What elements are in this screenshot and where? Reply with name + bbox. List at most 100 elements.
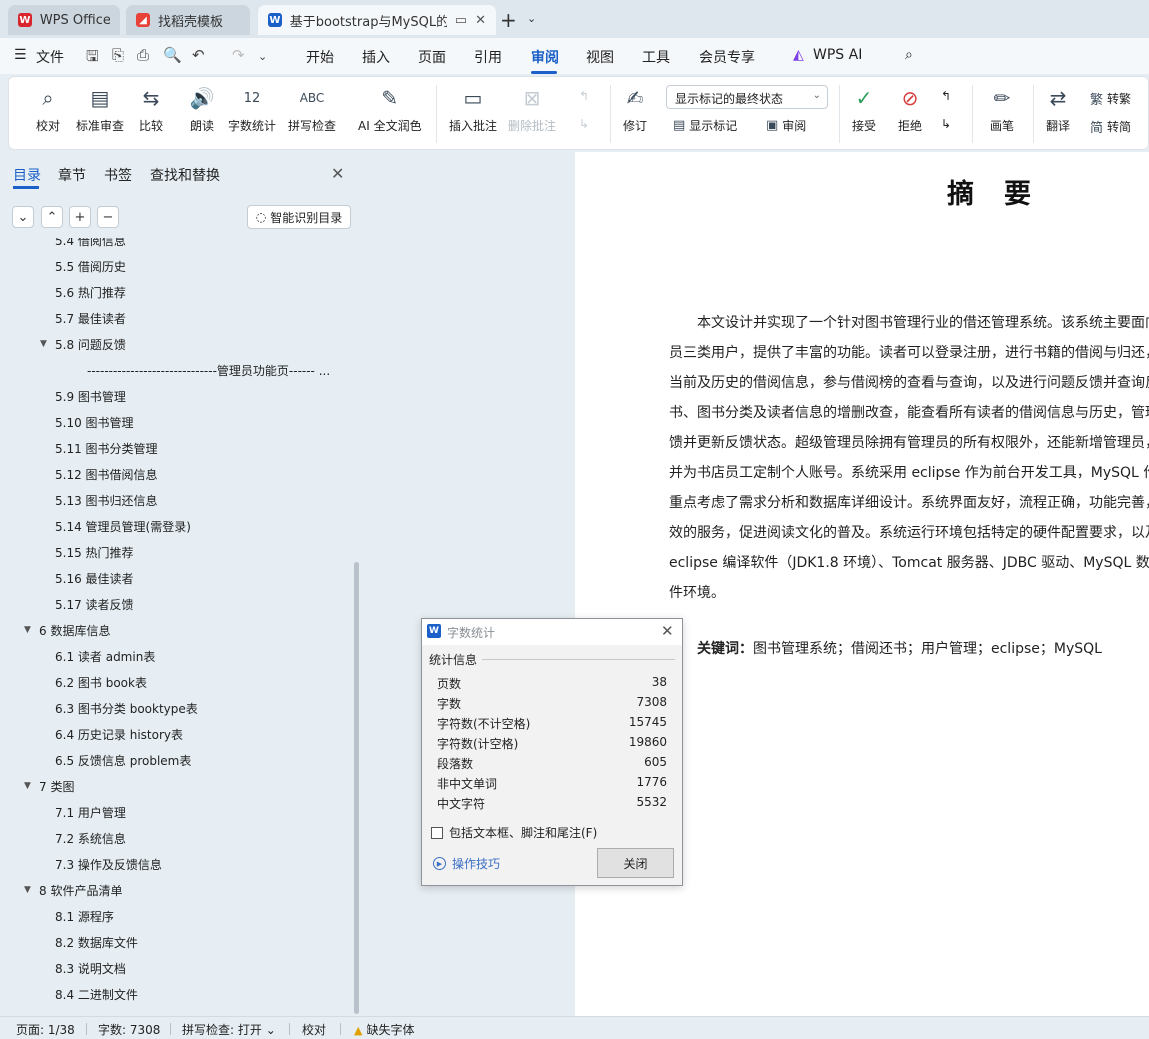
menu-tools[interactable]: 工具 bbox=[642, 47, 670, 67]
toc-item[interactable]: 5.10 图书管理 bbox=[0, 414, 352, 434]
menu-start[interactable]: 开始 bbox=[306, 47, 334, 67]
print-icon[interactable]: ⎙ bbox=[137, 46, 149, 64]
close-icon[interactable]: ✕ bbox=[475, 13, 486, 28]
next-comment-icon[interactable]: ↳ bbox=[579, 117, 589, 131]
hamburger-icon[interactable]: ☰ bbox=[14, 47, 27, 63]
tips-link[interactable]: ▶ 操作技巧 bbox=[433, 855, 500, 872]
menu-page[interactable]: 页面 bbox=[418, 47, 446, 67]
tab-chapters[interactable]: 章节 bbox=[58, 165, 86, 185]
tab-find-replace[interactable]: 查找和替换 bbox=[150, 165, 220, 185]
toc-item[interactable]: 7.2 系统信息 bbox=[0, 830, 352, 850]
document-page[interactable]: 摘要 本文设计并实现了一个针对图书管理行业的借还管理系统。该系统主要面向 员三类用… bbox=[575, 152, 1149, 1016]
read-aloud-button[interactable]: 🔊 朗读 bbox=[187, 83, 217, 134]
toc-item[interactable]: 5.13 图书归还信息 bbox=[0, 492, 352, 512]
toc-item[interactable]: 5.9 图书管理 bbox=[0, 388, 352, 408]
page-indicator[interactable]: 页面: 1/38 bbox=[16, 1021, 75, 1038]
smart-toc-button[interactable]: ◌ 智能识别目录 bbox=[247, 205, 351, 229]
collapse-button[interactable]: − bbox=[97, 206, 119, 228]
accept-button[interactable]: ✓ 接受 bbox=[849, 83, 879, 134]
save-icon[interactable]: 🖫 bbox=[86, 46, 99, 71]
to-simplified-button[interactable]: 简 转简 bbox=[1090, 117, 1131, 136]
print-preview-icon[interactable]: 🔍 bbox=[163, 46, 182, 64]
include-footnotes-checkbox[interactable]: 包括文本框、脚注和尾注(F) bbox=[431, 824, 597, 841]
markup-mode-select[interactable]: 显示标记的最终状态 ⌄ bbox=[666, 85, 828, 109]
missing-font-status[interactable]: ▲ 缺失字体 bbox=[354, 1021, 414, 1038]
toc-item[interactable]: 5.15 热门推荐 bbox=[0, 544, 352, 564]
undo-icon[interactable]: ↶ bbox=[192, 46, 205, 64]
delete-comment-button[interactable]: ⊠ 删除批注 bbox=[508, 83, 556, 134]
toc-item[interactable]: 8.3 说明文档 bbox=[0, 960, 352, 980]
toc-item[interactable]: ------------------------------管理员功能页----… bbox=[0, 362, 352, 382]
toc-item[interactable]: 7.1 用户管理 bbox=[0, 804, 352, 824]
toc-item[interactable]: 5.16 最佳读者 bbox=[0, 570, 352, 590]
previous-comment-icon[interactable]: ↰ bbox=[579, 89, 589, 103]
expand-caret-icon[interactable]: ▼ bbox=[24, 781, 31, 791]
expand-button[interactable]: + bbox=[69, 206, 91, 228]
monitor-icon[interactable]: ▭ bbox=[455, 13, 467, 28]
tab-current-document[interactable]: W 基于bootstrap与MySQL的图 ▭ ✕ bbox=[258, 5, 496, 35]
menu-insert[interactable]: 插入 bbox=[362, 47, 390, 67]
toc-item[interactable]: 6.2 图书 book表 bbox=[0, 674, 352, 694]
menu-wps-ai[interactable]: WPS AI bbox=[813, 47, 862, 63]
toc-item[interactable]: ▼ 5.8 问题反馈 bbox=[0, 336, 352, 356]
insert-comment-button[interactable]: ▭ 插入批注 bbox=[449, 83, 497, 134]
tab-bookmarks[interactable]: 书签 bbox=[104, 165, 132, 185]
close-icon[interactable]: ✕ bbox=[661, 622, 674, 640]
tab-docer-templates[interactable]: ◢ 找稻壳模板 bbox=[126, 5, 250, 35]
toc-item[interactable]: 7.3 操作及反馈信息 bbox=[0, 856, 352, 876]
scrollbar[interactable] bbox=[354, 562, 359, 1014]
toc-item[interactable]: 5.14 管理员管理(需登录) bbox=[0, 518, 352, 538]
export-icon[interactable]: ⎘ bbox=[112, 46, 124, 64]
search-icon[interactable]: ⌕ bbox=[905, 47, 913, 63]
collapse-down-button[interactable]: ⌄ bbox=[12, 206, 34, 228]
to-traditional-button[interactable]: 繁 转繁 bbox=[1090, 89, 1131, 108]
reject-button[interactable]: ⊘ 拒绝 bbox=[895, 83, 925, 134]
menu-view[interactable]: 视图 bbox=[586, 47, 614, 67]
close-icon[interactable]: ✕ bbox=[331, 164, 344, 183]
toc-item[interactable]: ▼ 8 软件产品清单 bbox=[0, 882, 352, 902]
toc-item[interactable]: 5.17 读者反馈 bbox=[0, 596, 352, 616]
toc-item[interactable]: 5.6 热门推荐 bbox=[0, 284, 352, 304]
toc-item[interactable]: 5.12 图书借阅信息 bbox=[0, 466, 352, 486]
menu-review[interactable]: 审阅 bbox=[531, 47, 559, 67]
expand-caret-icon[interactable]: ▼ bbox=[40, 339, 47, 349]
next-change-icon[interactable]: ↳ bbox=[941, 117, 951, 131]
toc-item[interactable]: ▼ 7 类图 bbox=[0, 778, 352, 798]
ai-polish-button[interactable]: ✎ AI 全文润色 bbox=[358, 83, 422, 134]
spell-check-button[interactable]: ABC 拼写检查 bbox=[288, 83, 336, 134]
word-count-indicator[interactable]: 字数: 7308 bbox=[98, 1021, 160, 1038]
translate-button[interactable]: ⇄ 翻译 bbox=[1043, 83, 1073, 134]
word-count-button[interactable]: 12 字数统计 bbox=[228, 83, 276, 134]
track-changes-button[interactable]: ✍ 修订 bbox=[620, 83, 650, 134]
collapse-up-button[interactable]: ⌃ bbox=[41, 206, 63, 228]
toc-item[interactable]: 6.3 图书分类 booktype表 bbox=[0, 700, 352, 720]
standard-review-button[interactable]: ▤ 标准审查 bbox=[76, 83, 124, 134]
chevron-down-icon[interactable]: ⌄ bbox=[527, 12, 536, 25]
toc-item[interactable]: 6.4 历史记录 history表 bbox=[0, 726, 352, 746]
expand-caret-icon[interactable]: ▼ bbox=[24, 885, 31, 895]
toc-item[interactable]: 5.4 借阅信息 bbox=[0, 238, 352, 252]
redo-icon[interactable]: ↷ bbox=[232, 46, 245, 64]
show-markup-button[interactable]: ▤ 显示标记 bbox=[673, 117, 737, 134]
tab-wps-office[interactable]: W WPS Office bbox=[8, 5, 120, 35]
ink-button[interactable]: ✏ 画笔 bbox=[987, 83, 1017, 134]
tab-toc[interactable]: 目录 bbox=[13, 165, 41, 185]
toc-item[interactable]: 6.5 反馈信息 problem表 bbox=[0, 752, 352, 772]
toc-item[interactable]: 5.5 借阅历史 bbox=[0, 258, 352, 278]
menu-member[interactable]: 会员专享 bbox=[699, 47, 755, 67]
menu-references[interactable]: 引用 bbox=[474, 47, 502, 67]
toc-item[interactable]: 6.1 读者 admin表 bbox=[0, 648, 352, 668]
menu-file[interactable]: 文件 bbox=[36, 47, 64, 67]
toc-item[interactable]: ▼ 6 数据库信息 bbox=[0, 622, 352, 642]
close-button[interactable]: 关闭 bbox=[597, 848, 674, 878]
compare-button[interactable]: ⇆ 比较 bbox=[136, 83, 166, 134]
toc-item[interactable]: 8.4 二进制文件 bbox=[0, 986, 352, 1006]
proofread-button[interactable]: ⌕ 校对 bbox=[33, 83, 63, 134]
toc-item[interactable]: 5.7 最佳读者 bbox=[0, 310, 352, 330]
new-tab-icon[interactable]: + bbox=[500, 8, 517, 32]
toc-item[interactable]: 5.11 图书分类管理 bbox=[0, 440, 352, 460]
spell-check-status[interactable]: 拼写检查: 打开 ⌄ bbox=[182, 1021, 276, 1038]
expand-caret-icon[interactable]: ▼ bbox=[24, 625, 31, 635]
proofread-status[interactable]: 校对 bbox=[302, 1021, 326, 1038]
toc-item[interactable]: 8.1 源程序 bbox=[0, 908, 352, 928]
